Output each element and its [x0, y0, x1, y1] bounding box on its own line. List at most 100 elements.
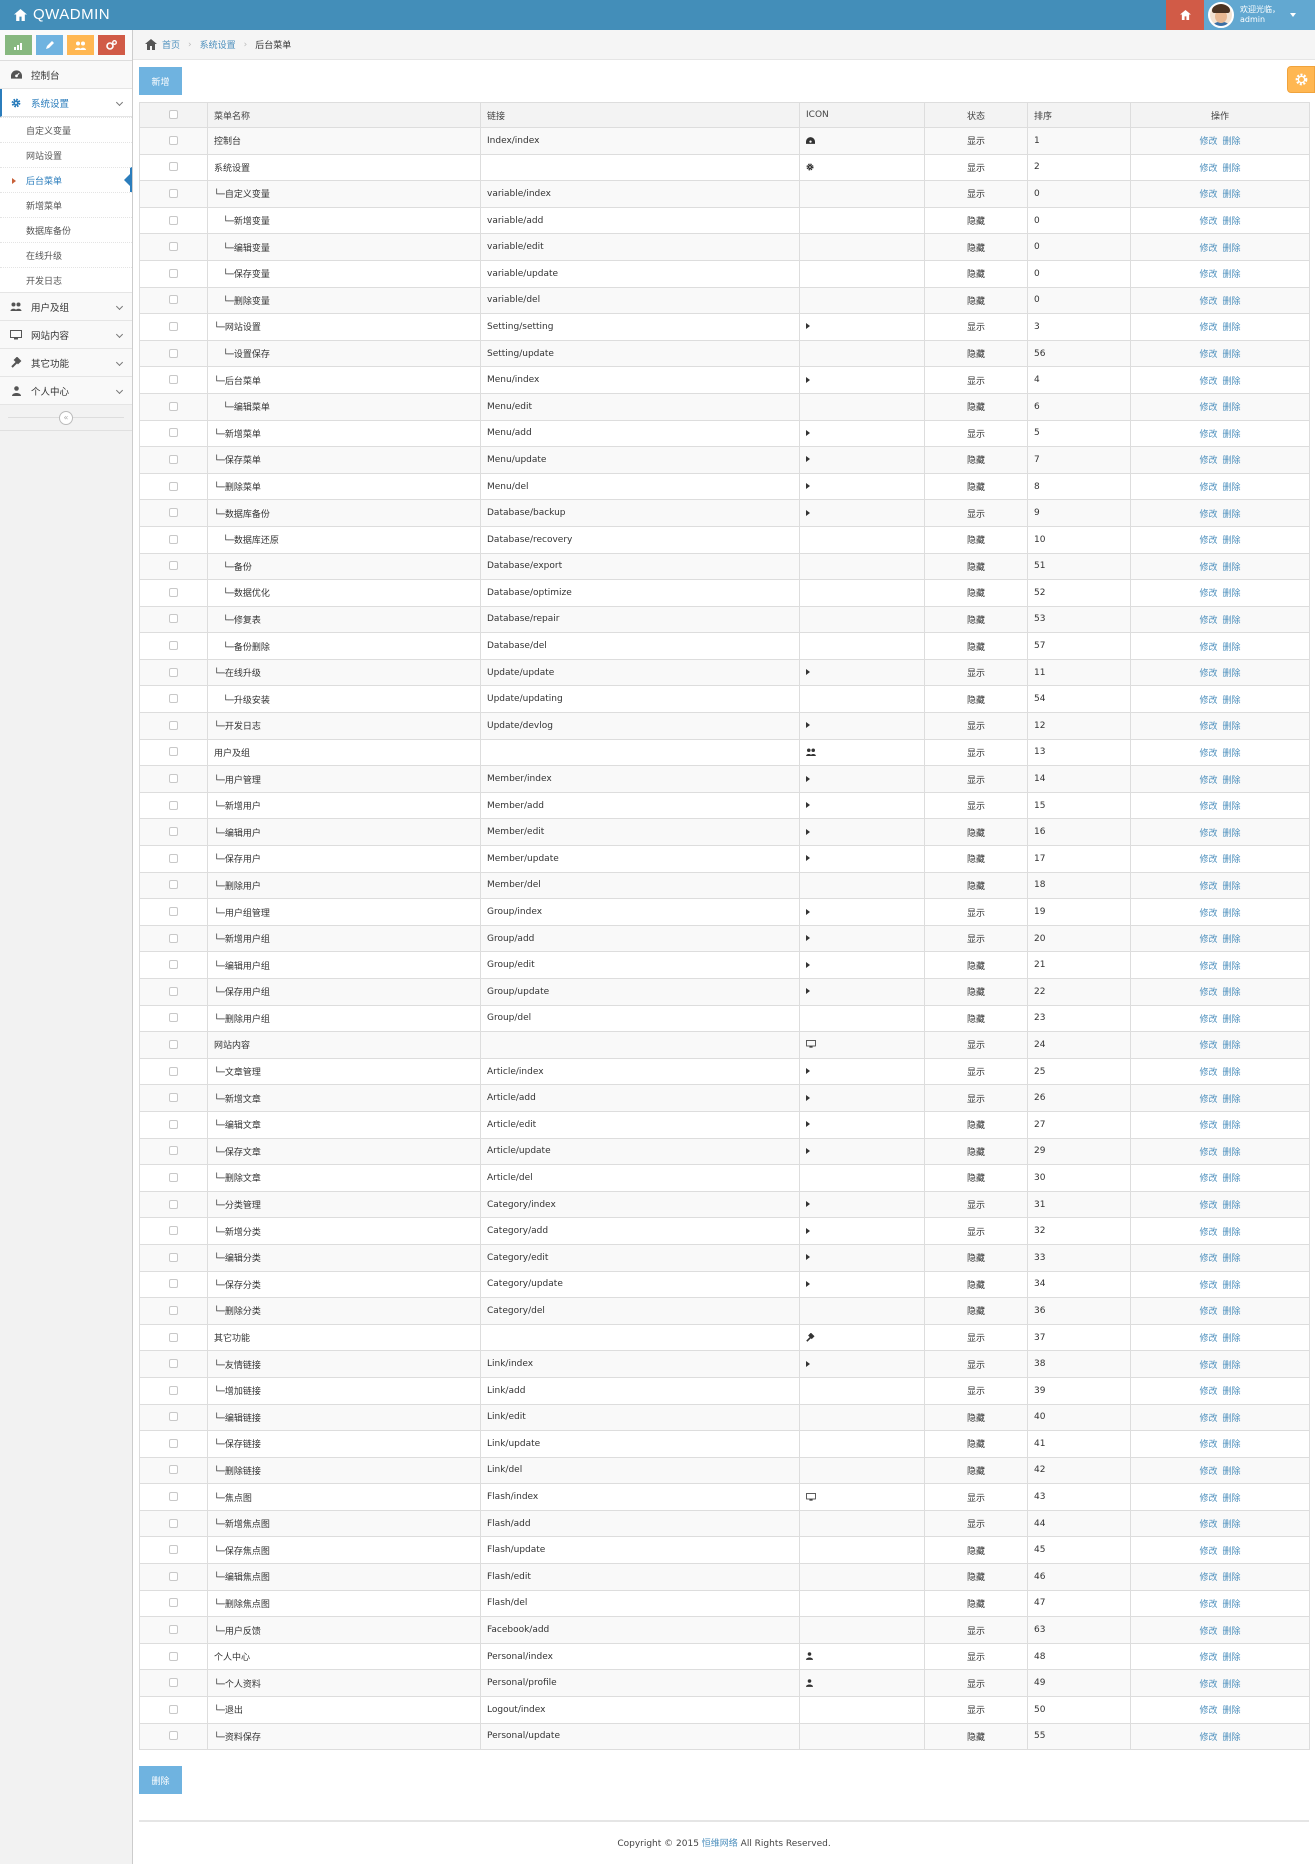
- edit-link[interactable]: 修改: [1200, 1228, 1218, 1238]
- delete-link[interactable]: 删除: [1222, 563, 1240, 573]
- edit-link[interactable]: 修改: [1200, 1174, 1218, 1184]
- submenu-item[interactable]: 在线升级: [0, 242, 132, 267]
- row-checkbox[interactable]: [169, 614, 178, 624]
- delete-link[interactable]: 删除: [1222, 589, 1240, 599]
- edit-link[interactable]: 修改: [1200, 536, 1218, 546]
- edit-link[interactable]: 修改: [1200, 270, 1218, 280]
- edit-link[interactable]: 修改: [1200, 1467, 1218, 1477]
- edit-link[interactable]: 修改: [1200, 1600, 1218, 1610]
- row-checkbox[interactable]: [169, 321, 178, 331]
- row-checkbox[interactable]: [169, 1412, 178, 1422]
- delete-link[interactable]: 删除: [1222, 1307, 1240, 1317]
- sidebar-item-content[interactable]: 网站内容: [0, 321, 132, 349]
- signal-shortcut-button[interactable]: [5, 35, 32, 55]
- row-checkbox[interactable]: [169, 827, 178, 837]
- edit-link[interactable]: 修改: [1200, 403, 1218, 413]
- delete-link[interactable]: 删除: [1222, 1494, 1240, 1504]
- edit-link[interactable]: 修改: [1200, 323, 1218, 333]
- delete-link[interactable]: 删除: [1222, 1627, 1240, 1637]
- row-checkbox[interactable]: [169, 1172, 178, 1182]
- edit-link[interactable]: 修改: [1200, 1361, 1218, 1371]
- edit-link[interactable]: 修改: [1200, 1573, 1218, 1583]
- edit-link[interactable]: 修改: [1200, 669, 1218, 679]
- row-checkbox[interactable]: [169, 587, 178, 597]
- delete-link[interactable]: 删除: [1222, 244, 1240, 254]
- edit-link[interactable]: 修改: [1200, 137, 1218, 147]
- edit-link[interactable]: 修改: [1200, 1254, 1218, 1264]
- delete-link[interactable]: 删除: [1222, 616, 1240, 626]
- row-checkbox[interactable]: [169, 774, 178, 784]
- edit-link[interactable]: 修改: [1200, 190, 1218, 200]
- delete-link[interactable]: 删除: [1222, 1520, 1240, 1530]
- delete-link[interactable]: 删除: [1222, 1573, 1240, 1583]
- edit-link[interactable]: 修改: [1200, 855, 1218, 865]
- submenu-item[interactable]: 网站设置: [0, 142, 132, 167]
- delete-link[interactable]: 删除: [1222, 1174, 1240, 1184]
- edit-link[interactable]: 修改: [1200, 1547, 1218, 1557]
- row-checkbox[interactable]: [169, 348, 178, 358]
- edit-link[interactable]: 修改: [1200, 1307, 1218, 1317]
- breadcrumb-section-link[interactable]: 系统设置: [200, 38, 236, 51]
- select-all-checkbox[interactable]: [169, 110, 178, 119]
- delete-link[interactable]: 删除: [1222, 1387, 1240, 1397]
- delete-link[interactable]: 删除: [1222, 882, 1240, 892]
- row-checkbox[interactable]: [169, 1651, 178, 1661]
- row-checkbox[interactable]: [169, 561, 178, 571]
- delete-link[interactable]: 删除: [1222, 696, 1240, 706]
- edit-link[interactable]: 修改: [1200, 935, 1218, 945]
- edit-link[interactable]: 修改: [1200, 616, 1218, 626]
- row-checkbox[interactable]: [169, 135, 178, 145]
- delete-link[interactable]: 删除: [1222, 323, 1240, 333]
- delete-link[interactable]: 删除: [1222, 403, 1240, 413]
- edit-link[interactable]: 修改: [1200, 510, 1218, 520]
- row-checkbox[interactable]: [169, 800, 178, 810]
- delete-link[interactable]: 删除: [1222, 1201, 1240, 1211]
- row-checkbox[interactable]: [169, 986, 178, 996]
- delete-link[interactable]: 删除: [1222, 1361, 1240, 1371]
- edit-link[interactable]: 修改: [1200, 1706, 1218, 1716]
- row-checkbox[interactable]: [169, 295, 178, 305]
- edit-link[interactable]: 修改: [1200, 483, 1218, 493]
- row-checkbox[interactable]: [169, 1039, 178, 1049]
- edit-link[interactable]: 修改: [1200, 1627, 1218, 1637]
- delete-link[interactable]: 删除: [1222, 1414, 1240, 1424]
- delete-link[interactable]: 删除: [1222, 456, 1240, 466]
- edit-link[interactable]: 修改: [1200, 164, 1218, 174]
- edit-link[interactable]: 修改: [1200, 456, 1218, 466]
- row-checkbox[interactable]: [169, 747, 178, 757]
- pencil-shortcut-button[interactable]: [36, 35, 63, 55]
- sidebar-item-other[interactable]: 其它功能: [0, 349, 132, 377]
- row-checkbox[interactable]: [169, 268, 178, 278]
- delete-link[interactable]: 删除: [1222, 988, 1240, 998]
- delete-link[interactable]: 删除: [1222, 643, 1240, 653]
- delete-link[interactable]: 删除: [1222, 962, 1240, 972]
- delete-link[interactable]: 删除: [1222, 190, 1240, 200]
- row-checkbox[interactable]: [169, 215, 178, 225]
- delete-selected-button[interactable]: 删除: [139, 1766, 182, 1794]
- delete-link[interactable]: 删除: [1222, 909, 1240, 919]
- edit-link[interactable]: 修改: [1200, 802, 1218, 812]
- row-checkbox[interactable]: [169, 1545, 178, 1555]
- delete-link[interactable]: 删除: [1222, 669, 1240, 679]
- edit-link[interactable]: 修改: [1200, 1387, 1218, 1397]
- row-checkbox[interactable]: [169, 667, 178, 677]
- edit-link[interactable]: 修改: [1200, 1281, 1218, 1291]
- row-checkbox[interactable]: [169, 1598, 178, 1608]
- edit-link[interactable]: 修改: [1200, 589, 1218, 599]
- edit-link[interactable]: 修改: [1200, 1334, 1218, 1344]
- sidebar-item-users[interactable]: 用户及组: [0, 293, 132, 321]
- delete-link[interactable]: 删除: [1222, 1148, 1240, 1158]
- delete-link[interactable]: 删除: [1222, 1334, 1240, 1344]
- sidebar-item-system-settings[interactable]: 系统设置: [0, 89, 132, 117]
- delete-link[interactable]: 删除: [1222, 483, 1240, 493]
- edit-link[interactable]: 修改: [1200, 776, 1218, 786]
- row-checkbox[interactable]: [169, 508, 178, 518]
- delete-link[interactable]: 删除: [1222, 137, 1240, 147]
- edit-link[interactable]: 修改: [1200, 829, 1218, 839]
- row-checkbox[interactable]: [169, 401, 178, 411]
- edit-link[interactable]: 修改: [1200, 297, 1218, 307]
- row-checkbox[interactable]: [169, 481, 178, 491]
- cogs-shortcut-button[interactable]: [98, 35, 125, 55]
- row-checkbox[interactable]: [169, 1438, 178, 1448]
- settings-toggle-button[interactable]: [1287, 66, 1315, 93]
